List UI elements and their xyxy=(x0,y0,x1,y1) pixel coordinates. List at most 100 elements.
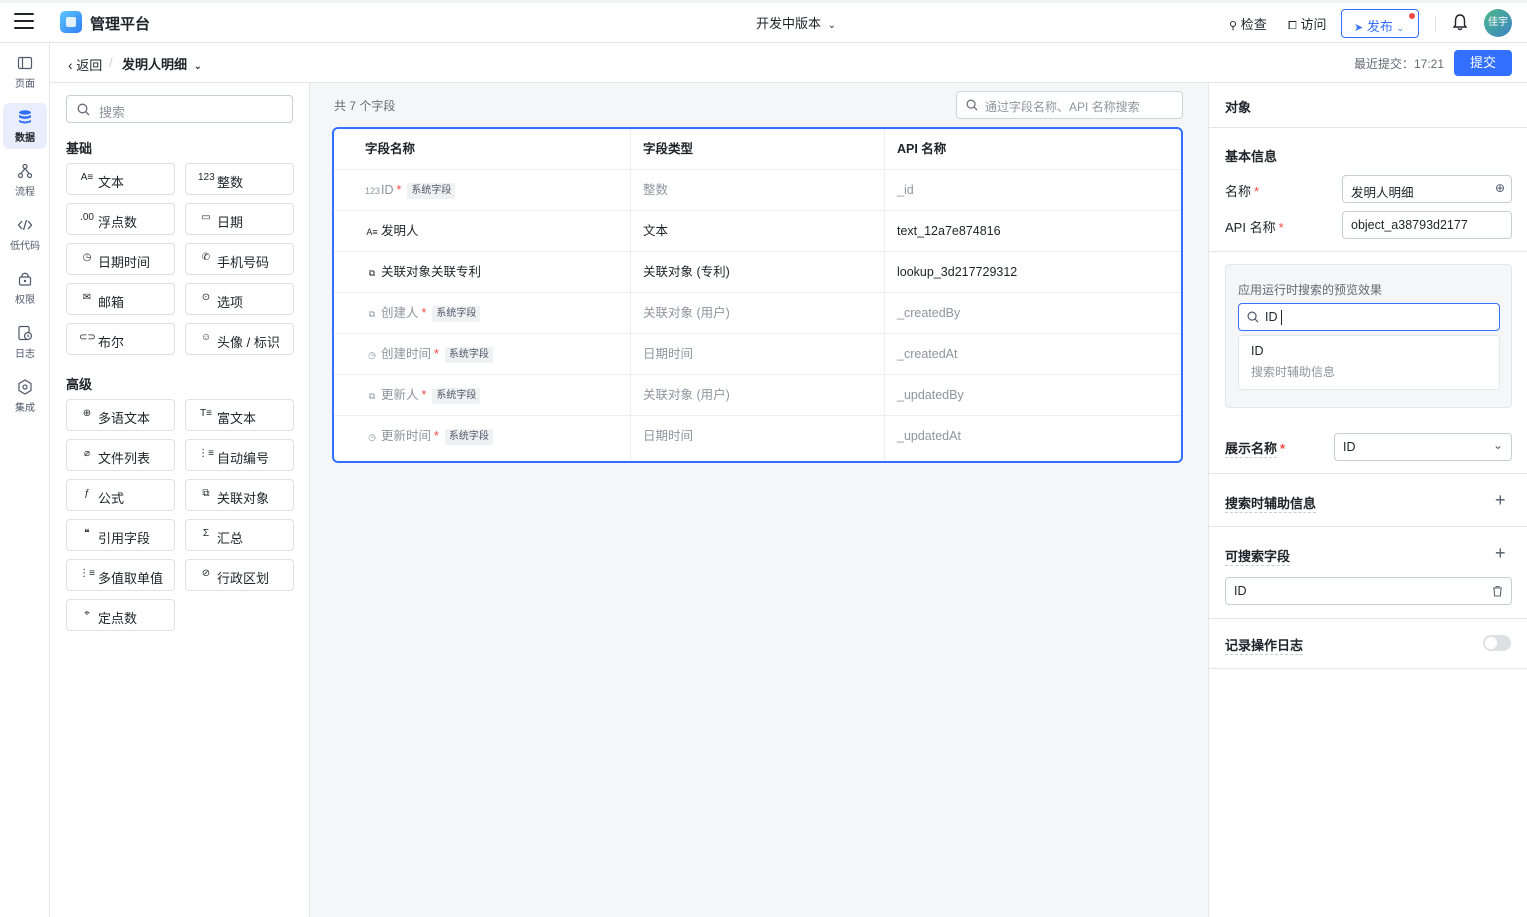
check-button[interactable]: ⚲ 检查 xyxy=(1229,14,1267,33)
field-search-input[interactable]: 通过字段名称、API 名称搜索 xyxy=(956,91,1183,119)
richtext-icon: T≡ xyxy=(200,408,212,419)
field-type-label: 整数 xyxy=(217,175,244,190)
operation-log-toggle[interactable] xyxy=(1483,635,1511,651)
field-type-cell: 关联对象 (专利) xyxy=(643,265,730,279)
field-type-label: 多值取单值 xyxy=(98,571,164,586)
field-type-cell: 关联对象 (用户) xyxy=(643,306,730,320)
field-type-label: 布尔 xyxy=(98,335,125,350)
submit-button[interactable]: 提交 xyxy=(1454,50,1512,76)
mail-icon: ✉ xyxy=(82,292,92,303)
field-name-cell: ◷ 创建时间 * 系统字段 xyxy=(365,334,493,375)
table-row[interactable]: ⧉ 创建人 * 系统字段 关联对象 (用户) _createdBy xyxy=(334,293,1181,334)
field-type-autonumber[interactable]: ⋮≡ 自动编号 xyxy=(185,439,294,471)
field-type-boolean[interactable]: ⊂⊃ 布尔 xyxy=(66,323,175,355)
table-row[interactable]: ◷ 创建时间 * 系统字段 日期时间 _createdAt xyxy=(334,334,1181,375)
rail-item-lowcode[interactable]: 低代码 xyxy=(3,211,47,257)
field-type-reference[interactable]: ❝ 引用字段 xyxy=(66,519,175,551)
hamburger-menu-icon[interactable] xyxy=(14,13,34,31)
field-type-multivalue[interactable]: ⋮≡ 多值取单值 xyxy=(66,559,175,591)
rail-label: 低代码 xyxy=(10,241,40,252)
rail-label: 页面 xyxy=(15,79,35,90)
preview-result-item[interactable]: ID 搜索时辅助信息 xyxy=(1238,335,1500,390)
preview-search-input[interactable]: ID xyxy=(1238,303,1500,331)
required-mark: * xyxy=(1278,220,1284,235)
field-type-email[interactable]: ✉ 邮箱 xyxy=(66,283,175,315)
api-name-value: object_a38793d2177 xyxy=(1351,218,1468,232)
display-name-select[interactable]: ID ⌄ xyxy=(1334,433,1512,461)
back-button[interactable]: ‹ 返回 xyxy=(68,55,102,74)
add-searchable-field-icon[interactable]: + xyxy=(1495,544,1506,562)
field-type-date[interactable]: ▭ 日期 xyxy=(185,203,294,235)
rail-item-flow[interactable]: 流程 xyxy=(3,157,47,203)
field-name-cell: ⧉ 更新人 * 系统字段 xyxy=(365,375,481,416)
display-name-label: 展示名称 * xyxy=(1225,438,1285,458)
table-row[interactable]: ⧉ 更新人 * 系统字段 关联对象 (用户) _updatedBy xyxy=(334,375,1181,416)
api-name-cell: text_12a7e874816 xyxy=(897,224,1001,238)
field-type-text[interactable]: A≡ 文本 xyxy=(66,163,175,195)
decimal-icon: ⌖ xyxy=(84,608,90,619)
table-row[interactable]: ◷ 更新时间 * 系统字段 日期时间 _updatedAt xyxy=(334,416,1181,457)
searchable-fields-label: 可搜索字段 xyxy=(1225,546,1291,566)
field-type-datetime[interactable]: ◷ 日期时间 xyxy=(66,243,175,275)
divider xyxy=(1209,618,1527,619)
rail-item-data[interactable]: 数据 xyxy=(3,103,47,149)
phone-icon: ✆ xyxy=(201,252,211,263)
field-type-decimal[interactable]: ⌖ 定点数 xyxy=(66,599,175,631)
field-type-formula[interactable]: ƒ 公式 xyxy=(66,479,175,511)
name-input[interactable]: 发明人明细 ⊕ xyxy=(1342,175,1512,203)
field-type-phone[interactable]: ✆ 手机号码 xyxy=(185,243,294,275)
breadcrumb-current[interactable]: 发明人明细 ⌄ xyxy=(122,54,202,73)
field-type-multilang[interactable]: ⊕ 多语文本 xyxy=(66,399,175,431)
app-logo xyxy=(60,11,82,33)
text-icon: A≡ xyxy=(80,172,94,183)
rail-item-integration[interactable]: 集成 xyxy=(3,373,47,419)
searchable-field-item[interactable]: ID xyxy=(1225,577,1512,605)
fields-table: 字段名称 字段类型 API 名称 123ID * 系统字段 整数 _id A≡ 发明人… xyxy=(332,127,1183,463)
add-search-aux-icon[interactable]: + xyxy=(1495,491,1506,509)
field-type-lookup[interactable]: ⧉ 关联对象 xyxy=(185,479,294,511)
field-type-rollup[interactable]: Σ 汇总 xyxy=(185,519,294,551)
field-type-float[interactable]: .00 浮点数 xyxy=(66,203,175,235)
table-row[interactable]: ⧉ 关联对象关联专利 关联对象 (专利) lookup_3d217729312 xyxy=(334,252,1181,293)
field-type-region[interactable]: ⊘ 行政区划 xyxy=(185,559,294,591)
palette-search-input[interactable]: 搜索 xyxy=(66,95,293,123)
text-icon: A≡ xyxy=(366,227,378,237)
avatar[interactable]: 佳宇 xyxy=(1484,9,1512,37)
display-name-value: ID xyxy=(1343,440,1356,454)
globe-icon: ⊕ xyxy=(82,408,92,419)
rail-item-permission[interactable]: 权限 xyxy=(3,265,47,311)
check-icon: ⚲ xyxy=(1229,20,1238,32)
api-label-text: API 名称 xyxy=(1225,220,1276,235)
field-type-richtext[interactable]: T≡ 富文本 xyxy=(185,399,294,431)
field-name-cell: ◷ 更新时间 * 系统字段 xyxy=(365,416,493,457)
rail-item-log[interactable]: 日志 xyxy=(3,319,47,365)
visit-button[interactable]: ⧠ 访问 xyxy=(1288,14,1326,33)
field-type-cell: 日期时间 xyxy=(643,429,694,443)
api-name-label: API 名称 * xyxy=(1225,217,1284,236)
field-count: 共 7 个字段 xyxy=(334,99,396,113)
field-type-label: 关联对象 xyxy=(217,491,270,506)
field-type-avatar[interactable]: ☺ 头像 / 标识 xyxy=(185,323,294,355)
search-preview-box: 应用运行时搜索的预览效果 ID ID 搜索时辅助信息 xyxy=(1225,264,1512,408)
table-row[interactable]: A≡ 发明人 文本 text_12a7e874816 xyxy=(334,211,1181,252)
field-name-cell: A≡ 发明人 xyxy=(365,211,418,252)
section-basic-info: 基本信息 xyxy=(1225,149,1278,164)
bell-icon[interactable] xyxy=(1452,13,1468,31)
send-icon: ➤ xyxy=(1354,22,1364,34)
field-type-option[interactable]: ⊙ 选项 xyxy=(185,283,294,315)
version-selector[interactable]: 开发中版本 ⌄ xyxy=(756,13,836,32)
search-placeholder: 通过字段名称、API 名称搜索 xyxy=(985,100,1140,114)
visit-icon: ⧠ xyxy=(1288,20,1297,32)
field-type-filelist[interactable]: ⌀ 文件列表 xyxy=(66,439,175,471)
rail-item-page[interactable]: 页面 xyxy=(3,49,47,95)
publish-button[interactable]: ➤ 发布 ⌄ xyxy=(1341,9,1419,38)
column-header: 字段类型 xyxy=(643,142,694,156)
divider xyxy=(1209,473,1527,474)
field-type-label: 日期 xyxy=(217,215,244,230)
table-row[interactable]: 123ID * 系统字段 整数 _id xyxy=(334,170,1181,211)
field-name: 创建时间 xyxy=(381,347,432,361)
api-name-input[interactable]: object_a38793d2177 xyxy=(1342,211,1512,239)
preview-title: 应用运行时搜索的预览效果 xyxy=(1238,283,1383,297)
field-type-integer[interactable]: 123 整数 xyxy=(185,163,294,195)
trash-icon[interactable] xyxy=(1492,585,1503,597)
